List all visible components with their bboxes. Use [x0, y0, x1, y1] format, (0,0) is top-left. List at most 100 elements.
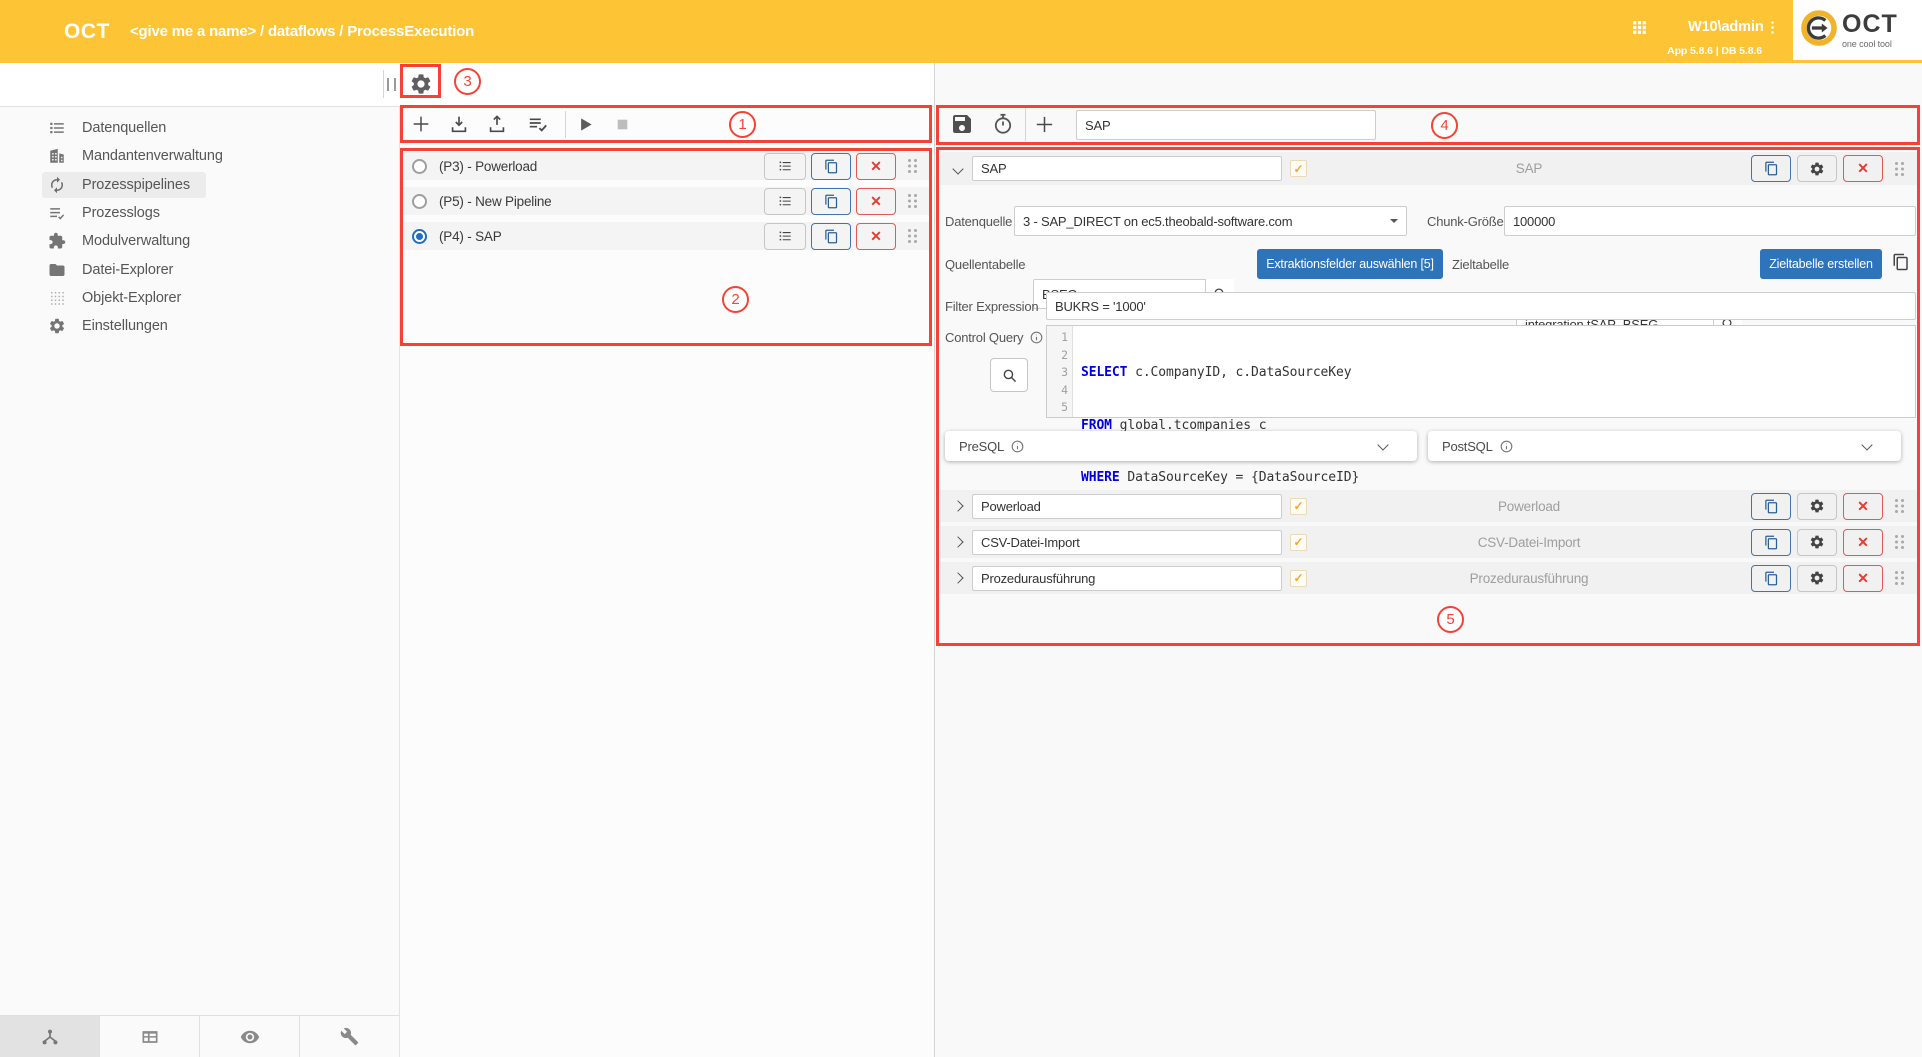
drag-handle[interactable]	[1895, 535, 1904, 549]
oct-logo-icon	[1800, 9, 1838, 52]
panel-resize-handle[interactable]	[387, 78, 396, 91]
duplicate-step-button[interactable]	[1751, 155, 1791, 182]
info-icon[interactable]	[1499, 439, 1514, 454]
drag-handle[interactable]	[908, 229, 917, 243]
delete-pipeline-button[interactable]: ✕	[856, 188, 896, 215]
step-row-prozedur[interactable]: Prozedurausführung ✕	[940, 562, 1918, 594]
pipeline-settings-gear-icon[interactable]	[409, 72, 433, 96]
validate-list-button[interactable]	[527, 113, 549, 135]
step-name-input[interactable]	[972, 494, 1282, 519]
footer-tab-tools[interactable]	[300, 1016, 399, 1057]
footer-tab-preview[interactable]	[200, 1016, 300, 1057]
step-name-input[interactable]	[972, 566, 1282, 591]
create-target-table-button[interactable]: Zieltabelle erstellen	[1760, 249, 1882, 279]
add-step-button[interactable]	[1033, 113, 1056, 136]
drag-handle[interactable]	[1895, 571, 1904, 585]
pipeline-row[interactable]: (P5) - New Pipeline ✕	[402, 187, 931, 215]
chevron-right-icon[interactable]	[952, 572, 963, 583]
delete-step-button[interactable]: ✕	[1843, 565, 1883, 592]
schedule-timer-button[interactable]	[991, 112, 1015, 136]
duplicate-step-button[interactable]	[1751, 493, 1791, 520]
info-icon[interactable]	[1010, 439, 1025, 454]
step-settings-button[interactable]	[1797, 155, 1837, 182]
kebab-menu-icon[interactable]	[1764, 19, 1781, 36]
filter-expression-input[interactable]	[1046, 292, 1916, 320]
pipeline-radio[interactable]	[412, 159, 427, 174]
duplicate-pipeline-button[interactable]	[811, 223, 851, 250]
delete-step-button[interactable]: ✕	[1843, 493, 1883, 520]
pipeline-row[interactable]: (P4) - SAP ✕	[402, 222, 931, 250]
drag-handle[interactable]	[1895, 499, 1904, 513]
apps-grid-icon[interactable]	[1630, 18, 1649, 37]
step-name-input[interactable]	[972, 156, 1282, 181]
footer-tab-pipelines[interactable]	[0, 1016, 100, 1057]
pipeline-row[interactable]: (P3) - Powerload ✕	[402, 152, 931, 180]
pipeline-name-input[interactable]	[1076, 110, 1376, 140]
chevron-down-icon[interactable]	[1377, 439, 1388, 450]
copy-ddl-icon[interactable]	[1892, 253, 1910, 271]
sidebar-item-objekt-explorer[interactable]: Objekt-Explorer	[0, 284, 399, 312]
sidebar-item-modulverwaltung[interactable]: Modulverwaltung	[0, 227, 399, 255]
step-settings-button[interactable]	[1797, 565, 1837, 592]
control-query-editor[interactable]: 1 2 3 4 5 SELECT c.CompanyID, c.DataSour…	[1046, 325, 1916, 418]
duplicate-pipeline-button[interactable]	[811, 188, 851, 215]
sql-code[interactable]: SELECT c.CompanyID, c.DataSourceKey FROM…	[1073, 326, 1359, 417]
presql-accordion[interactable]: PreSQL	[945, 431, 1417, 461]
footer-tab-layout[interactable]	[100, 1016, 200, 1057]
pipeline-radio[interactable]	[412, 194, 427, 209]
chunk-input[interactable]	[1504, 206, 1916, 236]
step-row-powerload[interactable]: Powerload ✕	[940, 490, 1918, 522]
datenquelle-select[interactable]: 3 - SAP_DIRECT on ec5.theobald-software.…	[1014, 206, 1407, 236]
sidebar-item-datenquellen[interactable]: Datenquellen	[0, 114, 399, 142]
postsql-accordion[interactable]: PostSQL	[1428, 431, 1901, 461]
chevron-right-icon[interactable]	[952, 500, 963, 511]
secondary-toolbar	[0, 63, 935, 107]
chevron-down-icon[interactable]	[952, 163, 963, 174]
logo-box: OCT one cool tool	[1793, 0, 1922, 60]
save-pipeline-button[interactable]	[950, 112, 974, 136]
breadcrumb[interactable]: <give me a name> / dataflows / ProcessEx…	[130, 0, 474, 63]
sidebar-item-datei-explorer[interactable]: Datei-Explorer	[0, 255, 399, 283]
log-check-icon	[48, 204, 82, 222]
step-enabled-checkbox[interactable]	[1290, 534, 1307, 551]
run-pipeline-button[interactable]	[575, 114, 596, 135]
info-icon[interactable]	[1029, 330, 1044, 345]
pipeline-radio-selected[interactable]	[412, 229, 427, 244]
sidebar-item-prozesspipelines[interactable]: Prozesspipelines	[0, 171, 399, 199]
sidebar-item-prozesslogs[interactable]: Prozesslogs	[0, 199, 399, 227]
sidebar-item-einstellungen[interactable]: Einstellungen	[0, 312, 399, 340]
user-menu[interactable]: W10\admin	[1688, 19, 1764, 35]
drag-handle[interactable]	[908, 194, 917, 208]
version-label: App 5.8.6 | DB 5.8.6	[1600, 45, 1762, 57]
duplicate-step-button[interactable]	[1751, 565, 1791, 592]
step-name-input[interactable]	[972, 530, 1282, 555]
pipeline-log-button[interactable]	[764, 223, 806, 250]
duplicate-pipeline-button[interactable]	[811, 153, 851, 180]
step-enabled-checkbox[interactable]	[1290, 570, 1307, 587]
delete-pipeline-button[interactable]: ✕	[856, 223, 896, 250]
control-query-search-button[interactable]	[990, 358, 1028, 392]
drag-handle[interactable]	[908, 159, 917, 173]
pipeline-log-button[interactable]	[764, 188, 806, 215]
step-enabled-checkbox[interactable]	[1290, 498, 1307, 515]
chevron-down-icon[interactable]	[1861, 439, 1872, 450]
sidebar-item-mandantenverwaltung[interactable]: Mandantenverwaltung	[0, 142, 399, 170]
stop-pipeline-button[interactable]	[612, 114, 633, 135]
delete-pipeline-button[interactable]: ✕	[856, 153, 896, 180]
step-settings-button[interactable]	[1797, 493, 1837, 520]
drag-handle[interactable]	[1895, 162, 1904, 176]
extract-fields-button[interactable]: Extraktionsfelder auswählen [5]	[1257, 249, 1443, 279]
add-pipeline-button[interactable]	[410, 113, 432, 135]
chevron-right-icon[interactable]	[952, 536, 963, 547]
import-pipeline-button[interactable]	[448, 113, 470, 135]
delete-step-button[interactable]: ✕	[1843, 529, 1883, 556]
pipeline-log-button[interactable]	[764, 153, 806, 180]
step-settings-button[interactable]	[1797, 529, 1837, 556]
step-header-sap[interactable]: SAP ✕	[940, 152, 1918, 185]
step-enabled-checkbox[interactable]	[1290, 160, 1307, 177]
step-row-csv-import[interactable]: CSV-Datei-Import ✕	[940, 526, 1918, 558]
delete-step-button[interactable]: ✕	[1843, 155, 1883, 182]
export-pipeline-button[interactable]	[486, 113, 508, 135]
duplicate-step-button[interactable]	[1751, 529, 1791, 556]
puzzle-icon	[48, 232, 82, 250]
